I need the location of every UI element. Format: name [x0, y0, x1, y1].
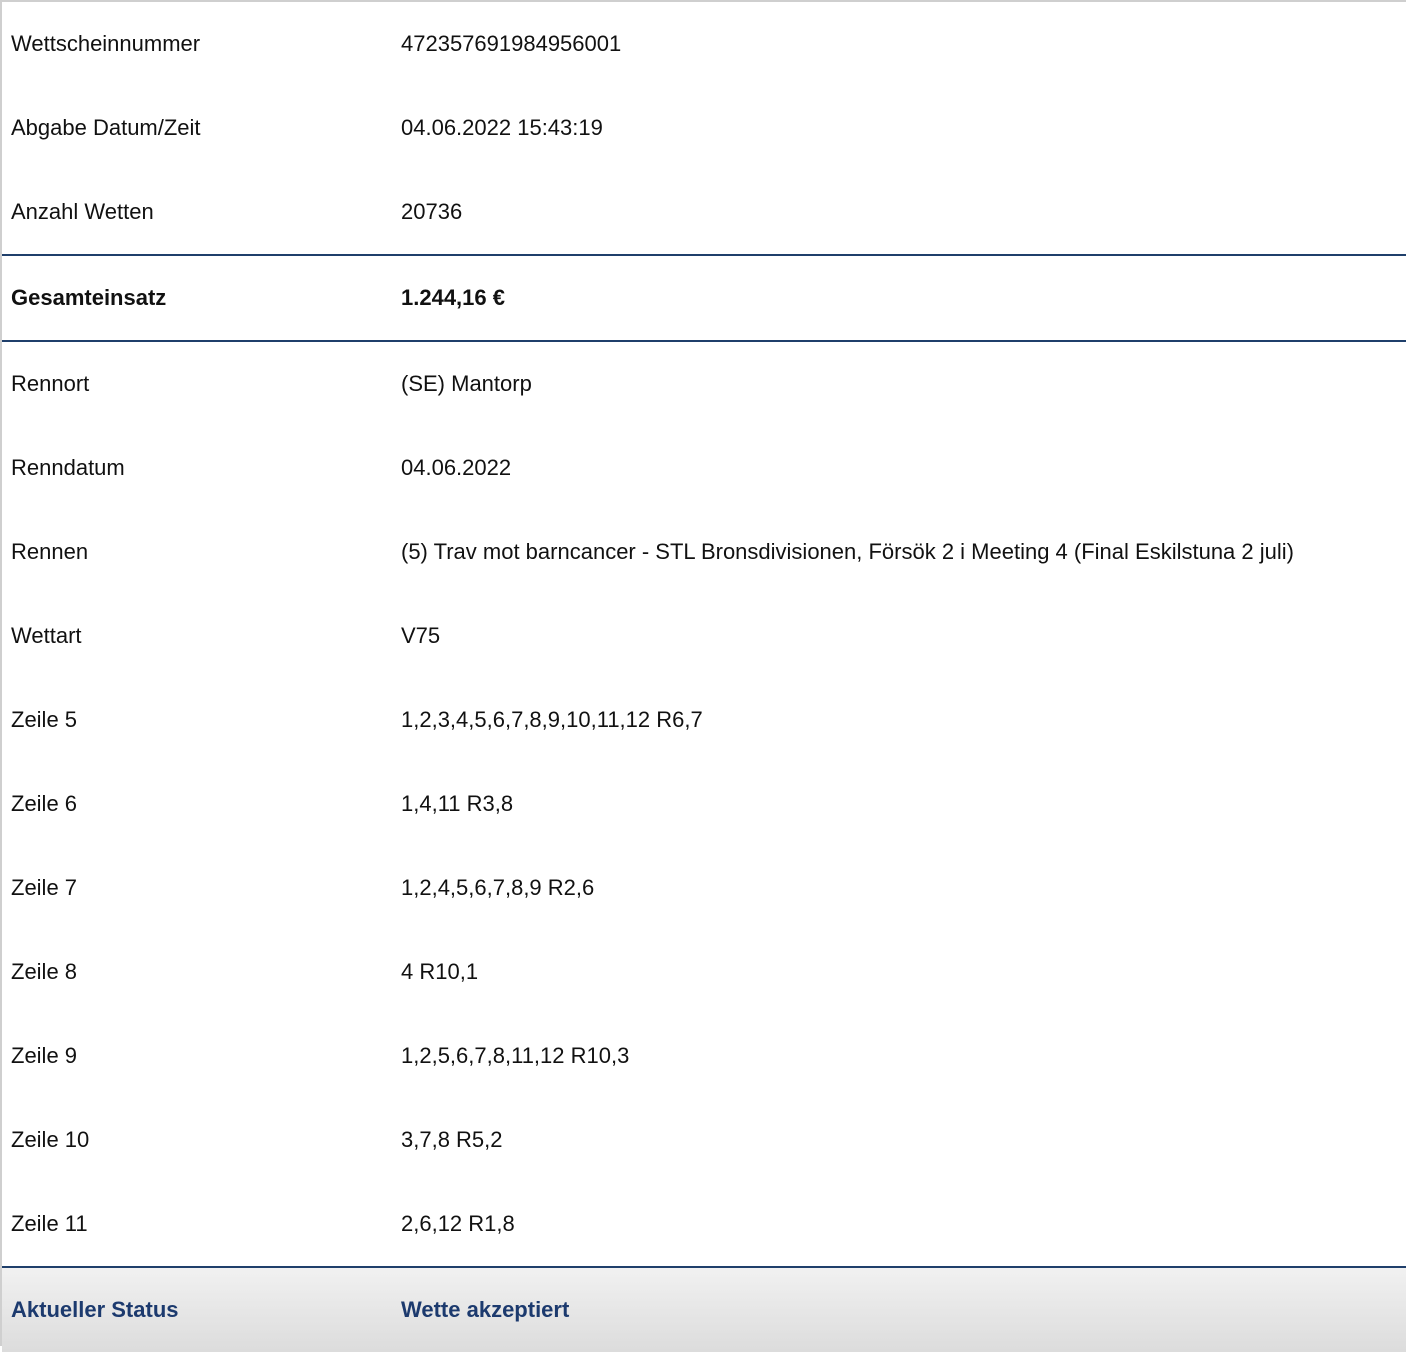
submission-datetime-label: Abgabe Datum/Zeit — [11, 115, 201, 140]
race-date-value: 04.06.2022 — [401, 455, 512, 480]
line-label: Zeile 6 — [11, 791, 78, 816]
submission-datetime-value: 04.06.2022 15:43:19 — [401, 115, 603, 140]
total-stake-section: Gesamteinsatz 1.244,16 € — [2, 254, 1406, 342]
line-selection-value: 1,2,4,5,6,7,8,9 R2,6 — [401, 875, 595, 900]
bet-type-label: Wettart — [11, 623, 82, 648]
race-location-row: Rennort (SE) Mantorp — [2, 342, 1406, 426]
line-row: Zeile 7 1,2,4,5,6,7,8,9 R2,6 — [2, 846, 1406, 930]
line-label: Zeile 11 — [11, 1211, 88, 1236]
race-name-row: Rennen (5) Trav mot barncancer - STL Bro… — [2, 510, 1406, 594]
line-label: Zeile 9 — [11, 1043, 78, 1068]
bet-type-value: V75 — [401, 623, 441, 648]
line-row: Zeile 9 1,2,5,6,7,8,11,12 R10,3 — [2, 1014, 1406, 1098]
line-row: Zeile 6 1,4,11 R3,8 — [2, 762, 1406, 846]
status-label: Aktueller Status — [11, 1297, 179, 1322]
total-stake-row: Gesamteinsatz 1.244,16 € — [2, 256, 1406, 340]
status-row: Aktueller Status Wette akzeptiert — [2, 1268, 1406, 1352]
submission-datetime-row: Abgabe Datum/Zeit 04.06.2022 15:43:19 — [2, 86, 1406, 170]
line-selection-value: 3,7,8 R5,2 — [401, 1127, 503, 1152]
line-selection-value: 2,6,12 R1,8 — [401, 1211, 515, 1236]
line-label: Zeile 10 — [11, 1127, 90, 1152]
bet-ticket-details: Wettscheinnummer 472357691984956001 Abga… — [0, 0, 1406, 1352]
line-label: Zeile 7 — [11, 875, 78, 900]
race-date-label: Renndatum — [11, 455, 125, 480]
line-label: Zeile 5 — [11, 707, 78, 732]
line-label: Zeile 8 — [11, 959, 78, 984]
race-date-row: Renndatum 04.06.2022 — [2, 426, 1406, 510]
race-info-section: Rennort (SE) Mantorp Renndatum 04.06.202… — [2, 342, 1406, 1266]
total-stake-value: 1.244,16 € — [401, 285, 505, 310]
status-section: Aktueller Status Wette akzeptiert — [2, 1266, 1406, 1352]
total-stake-label: Gesamteinsatz — [11, 285, 167, 310]
bet-count-row: Anzahl Wetten 20736 — [2, 170, 1406, 254]
ticket-info-section: Wettscheinnummer 472357691984956001 Abga… — [2, 2, 1406, 254]
ticket-number-row: Wettscheinnummer 472357691984956001 — [2, 2, 1406, 86]
race-name-label: Rennen — [11, 539, 89, 564]
line-row: Zeile 11 2,6,12 R1,8 — [2, 1182, 1406, 1266]
line-row: Zeile 10 3,7,8 R5,2 — [2, 1098, 1406, 1182]
line-selection-value: 1,4,11 R3,8 — [401, 791, 514, 816]
ticket-number-label: Wettscheinnummer — [11, 31, 201, 56]
line-selection-value: 1,2,5,6,7,8,11,12 R10,3 — [401, 1043, 630, 1068]
bet-type-row: Wettart V75 — [2, 594, 1406, 678]
line-row: Zeile 8 4 R10,1 — [2, 930, 1406, 1014]
line-selection-value: 1,2,3,4,5,6,7,8,9,10,11,12 R6,7 — [401, 707, 703, 732]
line-selection-value: 4 R10,1 — [401, 959, 479, 984]
race-location-value: (SE) Mantorp — [401, 371, 532, 396]
ticket-number-value: 472357691984956001 — [401, 31, 622, 56]
race-name-value: (5) Trav mot barncancer - STL Bronsdivis… — [401, 539, 1294, 564]
line-row: Zeile 5 1,2,3,4,5,6,7,8,9,10,11,12 R6,7 — [2, 678, 1406, 762]
bet-count-label: Anzahl Wetten — [11, 199, 154, 224]
bet-count-value: 20736 — [401, 199, 463, 224]
race-location-label: Rennort — [11, 371, 90, 396]
status-value: Wette akzeptiert — [401, 1297, 570, 1322]
